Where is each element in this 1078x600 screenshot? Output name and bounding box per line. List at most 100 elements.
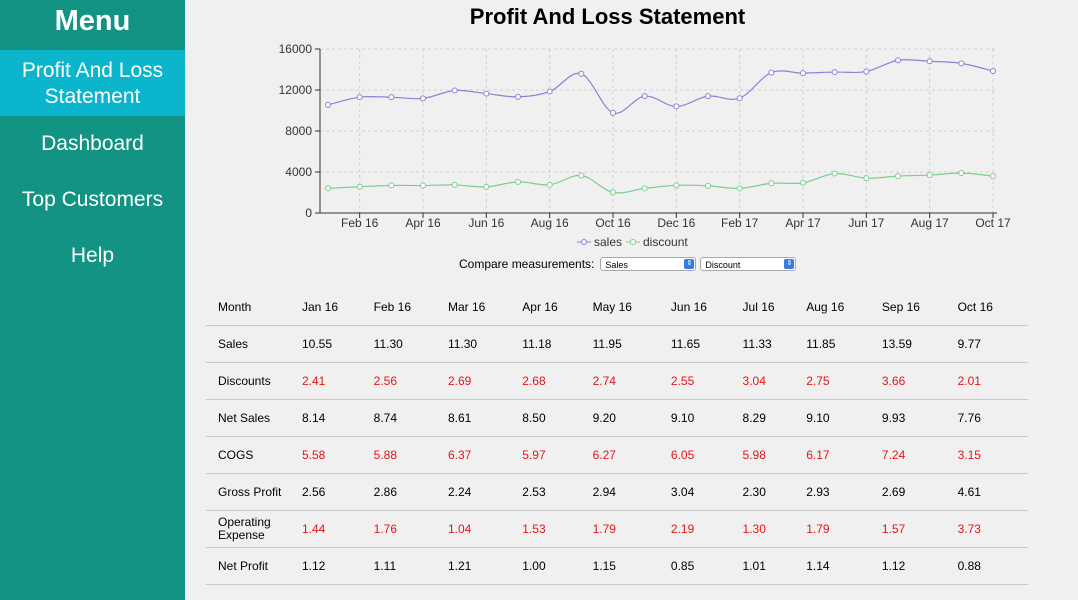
data-point bbox=[736, 95, 743, 102]
table-cell: 7.24 bbox=[881, 436, 958, 474]
data-point bbox=[546, 88, 553, 95]
row-label: Gross Profit bbox=[206, 473, 302, 511]
data-point bbox=[388, 94, 395, 101]
table-cell: 1.12 bbox=[302, 547, 374, 585]
data-point bbox=[641, 93, 648, 100]
data-point bbox=[515, 93, 521, 100]
data-point bbox=[895, 173, 901, 180]
x-tick-label: Oct 17 bbox=[975, 216, 1011, 230]
chevron-down-icon: ⇕ bbox=[684, 259, 695, 269]
compare-label: Compare measurements: bbox=[459, 257, 595, 271]
measure-select-1-value: Sales bbox=[605, 260, 628, 270]
table-cell: 13.59 bbox=[881, 325, 958, 363]
data-point bbox=[451, 87, 458, 94]
table-header-row: Month Jan 16 Feb 16 Mar 16 Apr 16 May 16 Jun 1… bbox=[206, 289, 1028, 326]
data-point bbox=[958, 60, 965, 67]
table-cell: 2.69 bbox=[447, 362, 523, 400]
table-cell: 5.88 bbox=[373, 436, 448, 474]
table-cell: 11.95 bbox=[592, 325, 671, 363]
table-row: Net Sales 8.14 8.74 8.61 8.50 9.20 9.10 8.29 9.1… bbox=[206, 399, 1028, 437]
table-cell: 1.12 bbox=[881, 547, 958, 585]
menu-title: Menu bbox=[54, 5, 131, 37]
table-cell: 1.79 bbox=[592, 510, 671, 548]
table-cell: 10.55 bbox=[302, 325, 374, 363]
table-cell: 5.58 bbox=[302, 436, 374, 474]
x-tick-label: Aug 17 bbox=[911, 216, 949, 230]
table-cell: 2.86 bbox=[373, 473, 448, 511]
table-cell: 1.14 bbox=[806, 547, 882, 585]
data-point bbox=[673, 182, 680, 189]
table-cell: 2.93 bbox=[806, 473, 882, 511]
table-cell: 1.15 bbox=[592, 547, 671, 585]
data-point bbox=[578, 172, 585, 179]
table-row: COGS 5.58 5.88 6.37 5.97 6.27 6.05 5.98 6.17 7.24… bbox=[206, 436, 1028, 474]
table-row: Discounts 2.41 2.56 2.69 2.68 2.74 2.55 3.04 2.7… bbox=[206, 362, 1028, 400]
table-row: Net Profit 1.12 1.11 1.21 1.00 1.15 0.85 1.01 1.… bbox=[206, 547, 1028, 585]
table-header-cell: Jan 16 bbox=[302, 289, 374, 326]
data-point bbox=[483, 183, 490, 190]
table-cell: 2.19 bbox=[670, 510, 743, 548]
chart-legend[interactable]: sales discount bbox=[577, 235, 688, 249]
data-point bbox=[641, 185, 648, 192]
table-cell: 4.61 bbox=[957, 473, 1028, 511]
table-cell: 11.18 bbox=[522, 325, 593, 363]
data-point bbox=[705, 93, 711, 100]
x-tick-label: Dec 16 bbox=[657, 216, 695, 230]
data-point bbox=[958, 170, 965, 177]
table-cell: 6.37 bbox=[447, 436, 523, 474]
table-cell: 1.79 bbox=[806, 510, 882, 548]
data-point bbox=[578, 70, 585, 77]
table-header-cell: Jul 16 bbox=[742, 289, 807, 326]
data-point bbox=[831, 170, 838, 177]
y-tick-label: 16000 bbox=[279, 42, 313, 56]
compare-measurements: Compare measurements: Sales ⇕ Discount ⇕ bbox=[459, 257, 797, 271]
data-point bbox=[325, 101, 331, 108]
table-cell: 11.30 bbox=[373, 325, 448, 363]
measure-select-2-value: Discount bbox=[705, 260, 741, 270]
table-header-cell: Oct 16 bbox=[957, 289, 1028, 326]
table-cell: 2.56 bbox=[373, 362, 448, 400]
nav-item-dashboard[interactable]: Dashboard bbox=[0, 116, 185, 172]
table-cell: 6.05 bbox=[670, 436, 743, 474]
data-point bbox=[926, 172, 933, 179]
table-cell: 8.14 bbox=[302, 399, 374, 437]
table-cell: 1.76 bbox=[373, 510, 448, 548]
table-header-cell: Apr 16 bbox=[522, 289, 593, 326]
chart-grid bbox=[320, 48, 997, 214]
table-cell: 2.56 bbox=[302, 473, 374, 511]
y-tick-label: 8000 bbox=[285, 124, 312, 138]
table-cell: 9.10 bbox=[806, 399, 882, 437]
data-point bbox=[451, 181, 458, 188]
table-cell: 2.74 bbox=[592, 362, 671, 400]
measure-select-1[interactable]: Sales ⇕ bbox=[600, 257, 697, 271]
table-header-cell: Feb 16 bbox=[373, 289, 448, 326]
table-cell: 6.27 bbox=[592, 436, 671, 474]
table-cell: 3.04 bbox=[670, 473, 743, 511]
data-point bbox=[800, 70, 806, 77]
nav-item-top-customers[interactable]: Top Customers bbox=[0, 172, 185, 228]
table-cell: 11.33 bbox=[742, 325, 807, 363]
data-point bbox=[483, 90, 490, 97]
series-line-sales bbox=[327, 59, 994, 114]
measure-select-2[interactable]: Discount ⇕ bbox=[700, 257, 797, 271]
x-tick-label: Feb 16 bbox=[341, 216, 379, 230]
nav-item-profit-and-loss[interactable]: Profit And Loss Statement bbox=[0, 50, 185, 116]
table-cell: 5.98 bbox=[742, 436, 807, 474]
legend-label-discount[interactable]: discount bbox=[643, 235, 688, 249]
data-point bbox=[863, 68, 870, 75]
table-cell: 9.93 bbox=[881, 399, 958, 437]
table-cell: 8.61 bbox=[447, 399, 523, 437]
table-cell: 11.65 bbox=[670, 325, 743, 363]
table-cell: 11.85 bbox=[806, 325, 882, 363]
table-cell: 5.97 bbox=[522, 436, 593, 474]
legend-label-sales[interactable]: sales bbox=[594, 235, 622, 249]
data-point bbox=[515, 178, 521, 185]
table-cell: 8.29 bbox=[742, 399, 807, 437]
table-cell: 2.01 bbox=[957, 362, 1028, 400]
table-cell: 9.10 bbox=[670, 399, 743, 437]
series-line-discount bbox=[327, 172, 994, 194]
table-header-cell: Aug 16 bbox=[806, 289, 882, 326]
nav-item-help[interactable]: Help bbox=[0, 228, 185, 284]
table-cell: 3.04 bbox=[742, 362, 807, 400]
y-tick-label: 0 bbox=[305, 206, 312, 220]
